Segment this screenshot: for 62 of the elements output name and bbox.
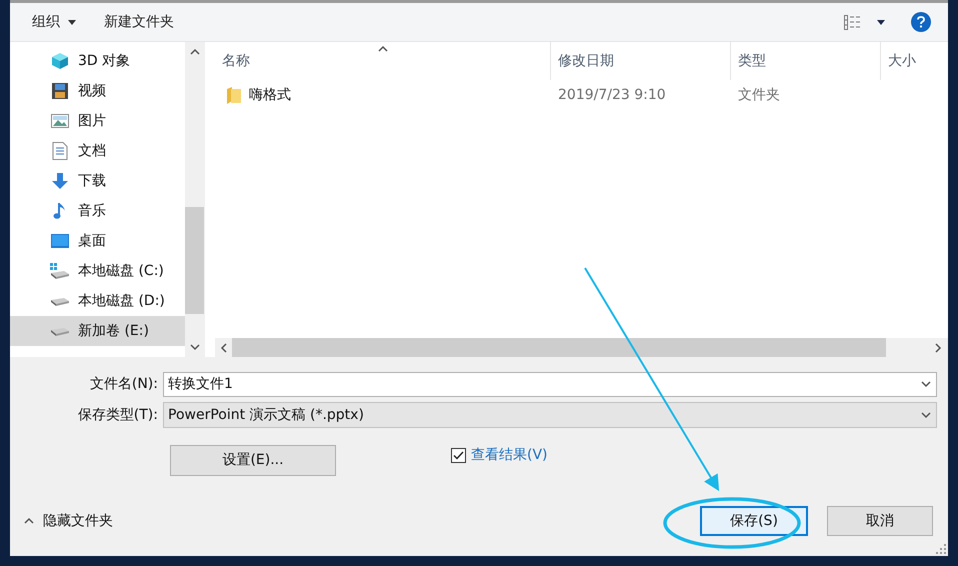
desktop-icon [51, 234, 69, 248]
nav-item[interactable]: 桌面 [10, 226, 185, 256]
nav-item-label: 文档 [78, 142, 106, 160]
picture-icon [51, 113, 69, 129]
column-header[interactable]: 名称 [215, 42, 550, 80]
down-arrow-icon [51, 172, 69, 190]
file-type: 文件夹 [738, 86, 780, 102]
nav-item-label: 音乐 [78, 202, 106, 220]
column-header[interactable]: 大小 [880, 42, 948, 80]
nav-item-label: 桌面 [78, 232, 106, 250]
resize-grip-icon [936, 544, 946, 554]
organize-button[interactable]: 组织 [32, 12, 76, 32]
cube-icon [51, 52, 69, 70]
caret-icon [68, 20, 76, 24]
nav-item-label: 3D 对象 [78, 52, 130, 70]
file-type-select[interactable]: PowerPoint 演示文稿 (*.pptx) [163, 402, 937, 428]
filename-field[interactable]: 转换文件1 [163, 372, 937, 396]
file-type-label: 保存类型(T): [76, 406, 159, 424]
hide-folders-button[interactable]: 隐藏文件夹 [23, 510, 113, 532]
new-folder-button[interactable]: 新建文件夹 [104, 12, 174, 32]
view-options-button[interactable] [844, 14, 885, 30]
caret-icon [877, 20, 885, 24]
film-icon [51, 82, 69, 100]
nav-item[interactable]: 本地磁盘 (D:) [10, 286, 185, 316]
nav-item[interactable]: 视频 [10, 76, 185, 106]
folder-icon [227, 86, 241, 104]
drive-icon [50, 326, 70, 336]
nav-item-label: 视频 [78, 82, 106, 100]
nav-item[interactable]: 本地磁盘 (C:) [10, 256, 185, 286]
filename-label: 文件名(N): [88, 374, 159, 394]
nav-item[interactable]: 文档 [10, 136, 185, 166]
nav-item-label: 下载 [78, 172, 106, 190]
modified-date: 2019/7/23 9:10 [558, 86, 666, 102]
checkmark-icon [453, 451, 464, 460]
drive-icon [50, 263, 70, 279]
nav-item[interactable]: 图片 [10, 106, 185, 136]
help-button[interactable] [911, 12, 931, 32]
view-result-checkbox[interactable]: 查看结果(V) [451, 445, 548, 466]
nav-item[interactable]: 音乐 [10, 196, 185, 226]
nav-item-label: 新加卷 (E:) [78, 322, 149, 340]
settings-button[interactable]: 设置(E)... [170, 445, 336, 476]
checkbox[interactable] [451, 448, 466, 463]
drive-icon [50, 296, 70, 306]
nav-item-label: 本地磁盘 (C:) [78, 262, 164, 280]
question-mark-icon [917, 16, 925, 28]
document-icon [52, 142, 68, 160]
file-name: 嗨格式 [249, 86, 291, 104]
checkbox-label: 查看结果(V) [471, 446, 548, 465]
nav-item-label: 图片 [78, 112, 106, 130]
nav-item[interactable]: 下载 [10, 166, 185, 196]
file-row[interactable]: 嗨格式 2019/7/23 9:10 文件夹 [215, 80, 948, 110]
nav-item[interactable]: 新加卷 (E:) [10, 316, 185, 346]
save-button[interactable]: 保存(S) [700, 506, 808, 536]
column-header[interactable]: 类型 [730, 42, 880, 80]
vertical-scrollbar[interactable] [185, 42, 204, 357]
nav-item-label: 本地磁盘 (D:) [78, 292, 165, 310]
details-view-icon [844, 14, 861, 30]
nav-item[interactable]: 3D 对象 [10, 46, 185, 76]
cancel-button[interactable]: 取消 [827, 506, 933, 536]
scrollbar-thumb[interactable] [185, 207, 204, 314]
music-note-icon [53, 202, 67, 220]
column-header[interactable]: 修改日期 [550, 42, 730, 80]
